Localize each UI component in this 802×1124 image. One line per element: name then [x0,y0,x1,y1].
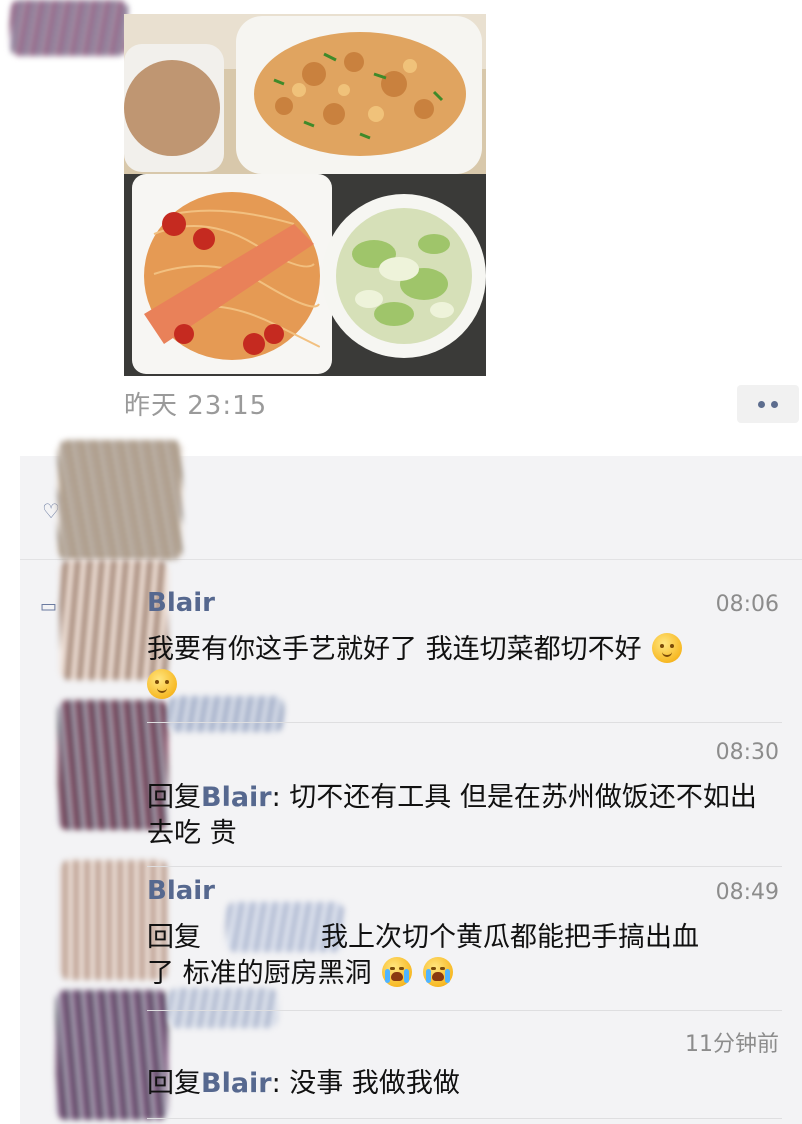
liker-avatar-blurred[interactable] [58,440,182,560]
more-actions-button[interactable] [737,385,799,423]
reply-target[interactable]: Blair [201,782,272,813]
comment-body: : 没事 我做我做 [271,1068,460,1099]
comment-text: 回复Blair: 切不还有工具 但是在苏州做饭还不如出去吃 贵 [147,780,779,852]
comment-time: 08:06 [715,592,779,617]
comment-author[interactable]: Blair [147,876,215,906]
comment-body-line2: 了 标准的厨房黑洞 [147,958,372,989]
reply-prefix: 回复 [147,1068,201,1099]
comment-icon: ▭ [40,596,58,617]
comment-item[interactable]: Blair 08:06 我要有你这手艺就好了 我连切菜都切不好 [147,588,779,708]
moments-post: 昨天 23:15 ♡ ▭ Blair 08:06 我要有你这手艺就好了 我连切菜… [0,0,802,1124]
crying-face-emoji-icon [422,957,453,987]
comment-author[interactable]: Blair [147,588,215,618]
reply-prefix: 回复 [147,782,201,813]
comment-divider [147,1118,782,1119]
smiling-face-emoji-icon [652,633,683,663]
crying-face-emoji-icon [382,957,413,987]
comment-item[interactable]: Blair 08:49 回复 我上次切个黄瓜都能把手搞出血 了 标准的厨房黑洞 [147,876,779,1000]
comment-divider [147,866,782,867]
comment-time: 08:49 [715,880,779,905]
comment-divider [147,1010,782,1011]
reply-target[interactable]: Blair [201,1068,272,1099]
comment-body: 我要有你这手艺就好了 我连切菜都切不好 [147,634,642,665]
poster-avatar-blurred[interactable] [10,0,128,56]
post-photo[interactable] [124,14,486,376]
comment-divider [147,722,782,723]
smiling-face-emoji-icon [147,669,177,699]
post-meta-row: 昨天 23:15 [124,385,802,425]
comment-item[interactable]: 11分钟前 回复Blair: 没事 我做我做 [147,1022,779,1112]
comment-time: 08:30 [715,740,779,765]
ellipsis-dots-icon [758,400,765,408]
comment-text: 回复 我上次切个黄瓜都能把手搞出血 了 标准的厨房黑洞 [147,920,779,992]
comment-text: 我要有你这手艺就好了 我连切菜都切不好 [147,632,779,704]
comment-text: 回复Blair: 没事 我做我做 [147,1066,779,1102]
comment-body-line1: 我上次切个黄瓜都能把手搞出血 [321,922,699,953]
reply-prefix: 回复 [147,922,201,953]
comment-time: 11分钟前 [685,1032,779,1057]
post-timestamp: 昨天 23:15 [124,391,268,421]
comment-item[interactable]: 08:30 回复Blair: 切不还有工具 但是在苏州做饭还不如出去吃 贵 [147,736,779,856]
ellipsis-dot [771,400,778,408]
